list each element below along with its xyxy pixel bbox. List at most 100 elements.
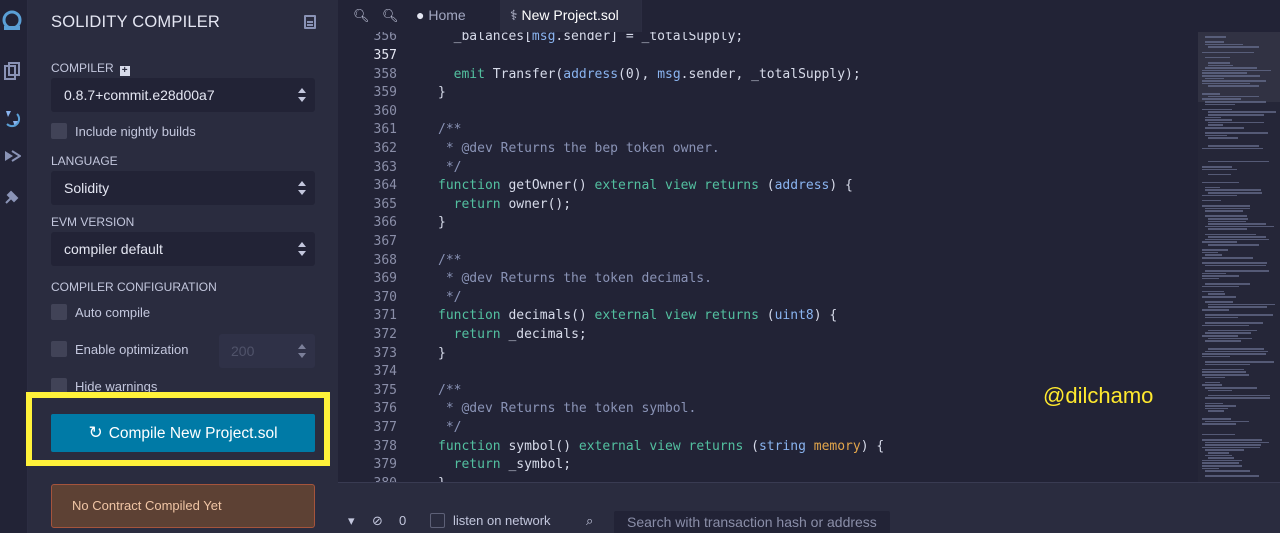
minimap-line <box>1208 62 1230 64</box>
minimap-line <box>1202 374 1250 376</box>
deploy-run-icon[interactable] <box>0 147 24 169</box>
optimization-runs-input[interactable]: 200 <box>219 334 315 368</box>
home-icon: ● <box>416 7 425 23</box>
minimap-line <box>1202 418 1232 420</box>
minimap-line <box>1208 220 1246 223</box>
plugin-manager-icon[interactable] <box>0 188 24 210</box>
line-number: 359 <box>373 85 397 101</box>
code-line: 377 */ <box>338 419 1198 438</box>
minimap-line <box>1205 316 1238 319</box>
code-text: } <box>438 345 446 361</box>
line-number: 376 <box>373 401 397 417</box>
enable-optimization-row[interactable]: Enable optimization <box>51 341 188 359</box>
minimap-line <box>1202 335 1239 337</box>
minimap-line <box>1208 173 1231 176</box>
compiler-version-select[interactable]: 0.8.7+commit.e28d00a7 <box>51 78 315 112</box>
documentation-icon[interactable] <box>304 15 316 29</box>
listen-network-checkbox[interactable] <box>430 513 445 528</box>
minimap-line <box>1202 80 1266 82</box>
minimap-line <box>1205 340 1242 342</box>
minimap-line <box>1208 124 1224 126</box>
minimap-line <box>1205 314 1274 316</box>
code-text: _balances[msg.sender] = _totalSupply; <box>438 32 744 45</box>
code-text: } <box>438 475 446 482</box>
minimap-line <box>1205 387 1257 389</box>
auto-compile-checkbox[interactable] <box>51 304 67 320</box>
minimap-line <box>1208 306 1268 308</box>
compiler-label-text: COMPILER <box>51 61 114 75</box>
enable-optimization-checkbox[interactable] <box>51 341 67 357</box>
minimap-line <box>1205 189 1261 191</box>
minimap-line <box>1208 160 1270 163</box>
line-number: 368 <box>373 252 397 268</box>
minimap-line <box>1202 257 1254 259</box>
code-text: */ <box>438 420 462 435</box>
minimap-line <box>1202 368 1244 371</box>
minimap-line <box>1205 207 1250 210</box>
minimap-line <box>1205 397 1271 399</box>
minimap-line <box>1202 433 1236 436</box>
no-contract-text: No Contract Compiled Yet <box>72 498 222 513</box>
compiler-config-label: COMPILER CONFIGURATION <box>51 280 217 294</box>
code-line: 370 */ <box>338 289 1198 308</box>
code-line: 371 function decimals() external view ret… <box>338 307 1198 326</box>
select-arrows-icon <box>298 242 306 256</box>
minimap-line <box>1202 249 1228 251</box>
zoom-out-icon[interactable]: 🔍︎ <box>353 8 370 24</box>
remix-ide: SOLIDITY COMPILER COMPILER + 0.8.7+commit… <box>0 0 1280 533</box>
listen-network-row[interactable]: listen on network <box>430 513 551 528</box>
code-text: /** <box>438 122 462 138</box>
tab-project-label: New Project.sol <box>521 7 619 23</box>
minimap-line <box>1202 423 1237 425</box>
include-nightly-row[interactable]: Include nightly builds <box>51 123 196 141</box>
collapse-terminal-icon[interactable]: ▾ <box>348 513 355 529</box>
auto-compile-row[interactable]: Auto compile <box>51 304 150 322</box>
minimap-line <box>1208 410 1224 412</box>
minimap-line <box>1202 384 1222 386</box>
minimap-line <box>1202 439 1262 441</box>
minimap-line <box>1205 402 1224 405</box>
line-number: 373 <box>373 345 397 361</box>
minimap[interactable] <box>1198 32 1280 482</box>
code-line: 360 <box>338 103 1198 122</box>
solidity-compiler-icon[interactable] <box>0 108 24 130</box>
code-editor[interactable]: 356 _balances[msg.sender] = _totalSupply… <box>338 32 1198 482</box>
minimap-line <box>1202 241 1238 243</box>
line-number: 365 <box>373 196 397 212</box>
minimap-line <box>1205 363 1250 366</box>
minimap-line <box>1202 205 1251 207</box>
minimap-line <box>1202 353 1266 355</box>
code-line: 373} <box>338 345 1198 364</box>
minimap-line <box>1208 452 1229 454</box>
minimap-line <box>1202 446 1260 449</box>
evm-version-select[interactable]: compiler default <box>51 232 315 266</box>
stepper-arrows-icon[interactable] <box>298 344 306 358</box>
minimap-line <box>1208 95 1259 98</box>
include-nightly-checkbox[interactable] <box>51 123 67 139</box>
minimap-line <box>1208 348 1265 350</box>
add-compiler-icon[interactable]: + <box>119 66 130 76</box>
minimap-line <box>1205 186 1221 189</box>
tab-home-label: Home <box>428 7 466 23</box>
minimap-line <box>1208 85 1259 87</box>
tab-project[interactable]: ⚕︎ New Project.sol ✖ <box>500 0 642 54</box>
tab-home[interactable]: ● Home <box>406 0 500 32</box>
minimap-line <box>1205 134 1227 137</box>
minimap-line <box>1205 101 1267 103</box>
minimap-line <box>1202 51 1254 54</box>
minimap-line <box>1205 264 1266 267</box>
code-text: * @dev Returns the bep token owner. <box>438 141 720 156</box>
language-select[interactable]: Solidity <box>51 171 315 205</box>
minimap-line <box>1205 407 1228 410</box>
minimap-line <box>1208 121 1264 124</box>
minimap-line <box>1202 275 1240 277</box>
remix-logo-icon[interactable] <box>0 10 24 32</box>
clear-console-icon[interactable]: ⊘ <box>372 513 383 529</box>
minimap-line <box>1202 166 1233 168</box>
minimap-line <box>1202 199 1221 202</box>
search-icon: ⌕ <box>586 513 594 528</box>
file-explorer-icon[interactable] <box>0 62 24 84</box>
compile-button[interactable]: ↻ Compile New Project.sol <box>51 414 315 452</box>
terminal-search-input[interactable]: Search with transaction hash or address <box>614 511 890 533</box>
zoom-in-icon[interactable]: 🔍︎ <box>382 8 399 24</box>
